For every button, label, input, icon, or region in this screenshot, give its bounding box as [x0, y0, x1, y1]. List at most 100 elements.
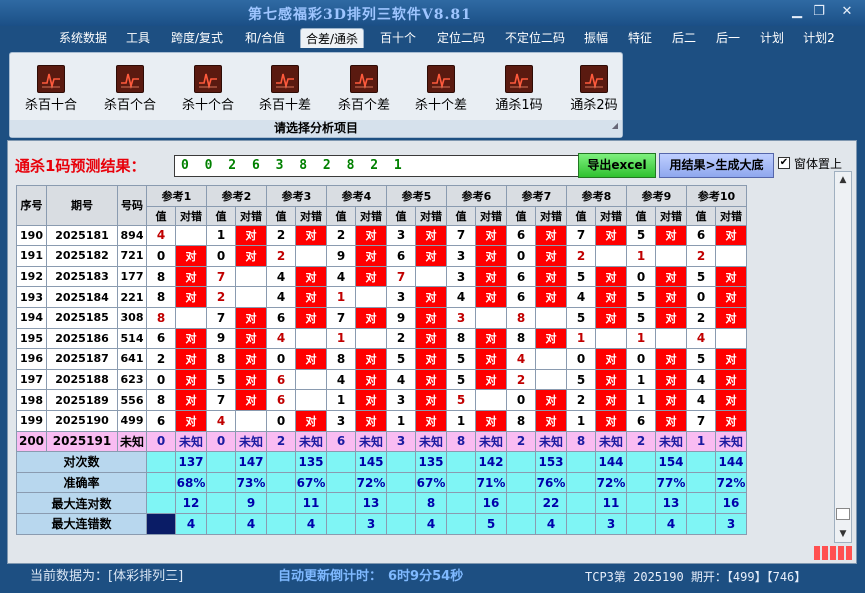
ref-value: 5 [446, 389, 476, 411]
ref-value: 4 [386, 368, 416, 391]
stats-spacer [206, 451, 236, 473]
close-button[interactable]: ✕ [836, 3, 858, 21]
ref-check-hit: 对 [235, 348, 267, 370]
stats-spacer [386, 492, 416, 514]
header-ref-7[interactable]: 参考7 [506, 185, 567, 207]
ref-check-hit: 对 [595, 286, 627, 308]
scroll-up-icon[interactable]: ▲ [837, 174, 849, 186]
menu-item-2[interactable]: 工具 [124, 28, 152, 48]
stats-label: 最大连对数 [16, 492, 147, 514]
stats-spacer [626, 471, 656, 494]
header-ref-5[interactable]: 参考5 [386, 185, 447, 207]
ref-value: 8 [146, 389, 176, 411]
dialog-launcher-icon[interactable]: ◢ [612, 117, 618, 134]
window-ontop-checkbox[interactable]: ✔ [778, 157, 790, 169]
ref-check-hit: 对 [475, 224, 507, 247]
ref-check-hit: 对 [355, 224, 387, 247]
table-row[interactable]: 193 2025184 221 8 对 2 4 对 1 3 对 4 对 6 对 4 对 5 对 0 对 [16, 286, 747, 308]
ribbon-button-1[interactable]: 杀百十合 [16, 65, 86, 115]
menu-item-1[interactable]: 系统数据 [57, 28, 109, 48]
menu-item-6[interactable]: 百十个 [378, 28, 418, 48]
ribbon-button-7[interactable]: 通杀1码 [484, 65, 554, 115]
ribbon-button-8[interactable]: 通杀2码 [559, 65, 629, 115]
ref-check-miss [175, 306, 207, 329]
ref-value: 2 [266, 245, 296, 267]
ref-check-hit: 对 [295, 265, 327, 288]
menu-item-7[interactable]: 定位二码 [434, 28, 488, 48]
vertical-scrollbar[interactable]: ▲ ▼ [834, 171, 852, 543]
table-row[interactable]: 190 2025181 894 4 1 对 2 对 2 对 3 对 7 对 6 对 7 对 5 对 6 对 [16, 224, 747, 247]
ref-value: 3 [446, 245, 476, 267]
prediction-result-field[interactable]: 0 0 2 6 3 8 2 8 2 1 [174, 155, 579, 177]
table-row[interactable]: 200 2025191 未知 0 未知 0 未知 2 未知 6 未知 3 未知 8 未知 2 未知 8 未知 2 未知 1… [16, 430, 747, 453]
menu-item-9[interactable]: 振幅 [582, 28, 610, 48]
menu-item-11[interactable]: 后二 [670, 28, 698, 48]
menu-item-14[interactable]: 计划2 [802, 28, 836, 48]
ribbon-button-label: 通杀2码 [570, 98, 618, 113]
ref-check-hit: 对 [355, 306, 387, 329]
ref-value: 7 [386, 265, 416, 288]
header-ref-6[interactable]: 参考6 [446, 185, 507, 207]
ref-value: 6 [146, 327, 176, 350]
menu-item-3[interactable]: 跨度/复式 [168, 28, 226, 48]
header-check: 对错 [235, 205, 267, 226]
ribbon-button-label: 杀百十合 [24, 98, 77, 113]
ribbon-button-label: 杀十个差 [414, 98, 467, 113]
stats-spacer [326, 471, 356, 494]
menu-item-10[interactable]: 特征 [626, 28, 654, 48]
table-row[interactable]: 191 2025182 721 0 对 0 对 2 9 对 6 对 3 对 0 对 2 1 2 [16, 245, 747, 267]
ref-value: 5 [386, 348, 416, 370]
ribbon-button-4[interactable]: 杀百十差 [250, 65, 320, 115]
table-row[interactable]: 194 2025185 308 8 7 对 6 对 7 对 9 对 3 8 5 对 5 对 2 对 [16, 306, 747, 329]
resize-grip[interactable] [814, 546, 852, 560]
row-number: 308 [117, 306, 147, 329]
ribbon-button-2[interactable]: 杀百个合 [95, 65, 165, 115]
ref-check-hit: 对 [295, 286, 327, 308]
ref-value: 2 [386, 327, 416, 350]
generate-base-button[interactable]: 用结果>生成大底 [659, 153, 774, 178]
header-ref-3[interactable]: 参考3 [266, 185, 327, 207]
minimize-button[interactable]: ▁ [786, 3, 808, 21]
menu-item-5[interactable]: 合差/通杀 [300, 28, 364, 48]
ref-check-hit: 对 [595, 265, 627, 288]
menu-item-13[interactable]: 计划 [758, 28, 786, 48]
menu-item-4[interactable]: 和/合值 [242, 28, 288, 48]
table-row[interactable]: 195 2025186 514 6 对 9 对 4 1 2 对 8 对 8 对 1 1 4 [16, 327, 747, 350]
table-row[interactable]: 192 2025183 177 8 对 7 4 对 4 对 7 3 对 6 对 5 对 0 对 5 对 [16, 265, 747, 288]
header-ref-9[interactable]: 参考9 [626, 185, 687, 207]
stats-spacer [566, 512, 596, 535]
export-excel-button[interactable]: 导出excel [578, 153, 656, 178]
ref-check-hit: 对 [535, 224, 567, 247]
stats-spacer [686, 492, 716, 514]
header-ref-1[interactable]: 参考1 [146, 185, 207, 207]
table-row[interactable]: 196 2025187 641 2 对 8 对 0 对 8 对 5 对 5 对 4 0 对 0 对 5 对 [16, 348, 747, 370]
stats-value: 145 [355, 451, 387, 473]
stats-spacer [686, 471, 716, 494]
menu-item-8[interactable]: 不定位二码 [502, 28, 568, 48]
table-row[interactable]: 199 2025190 499 6 对 4 0 对 3 对 1 对 1 对 8 对 1 对 6 对 7 对 [16, 409, 747, 432]
table-row[interactable]: 198 2025189 556 8 对 7 对 6 1 对 3 对 5 0 对 2 对 1 对 4 对 [16, 389, 747, 411]
scroll-thumb[interactable] [836, 508, 850, 520]
stats-value: 16 [475, 492, 507, 514]
stats-value: 68% [175, 471, 207, 494]
stats-label: 对次数 [16, 451, 147, 473]
ref-value: 0 [146, 430, 176, 453]
ref-check-miss [595, 245, 627, 267]
header-ref-4[interactable]: 参考4 [326, 185, 387, 207]
restore-button[interactable]: ❐ [808, 3, 830, 21]
stats-spacer [506, 471, 536, 494]
header-ref-8[interactable]: 参考8 [566, 185, 627, 207]
ribbon-button-6[interactable]: 杀十个差 [406, 65, 476, 115]
stats-spacer [566, 471, 596, 494]
header-ref-2[interactable]: 参考2 [206, 185, 267, 207]
stats-value: 153 [535, 451, 567, 473]
ref-value: 2 [626, 430, 656, 453]
ribbon-button-3[interactable]: 杀十个合 [173, 65, 243, 115]
ref-value: 3 [386, 389, 416, 411]
scroll-down-icon[interactable]: ▼ [837, 528, 849, 540]
ref-value: 4 [266, 327, 296, 350]
table-row[interactable]: 197 2025188 623 0 对 5 对 6 4 对 4 对 5 对 2 5 对 1 对 4 对 [16, 368, 747, 391]
ribbon-button-5[interactable]: 杀百个差 [329, 65, 399, 115]
menu-item-12[interactable]: 后一 [714, 28, 742, 48]
header-ref-10[interactable]: 参考10 [686, 185, 747, 207]
